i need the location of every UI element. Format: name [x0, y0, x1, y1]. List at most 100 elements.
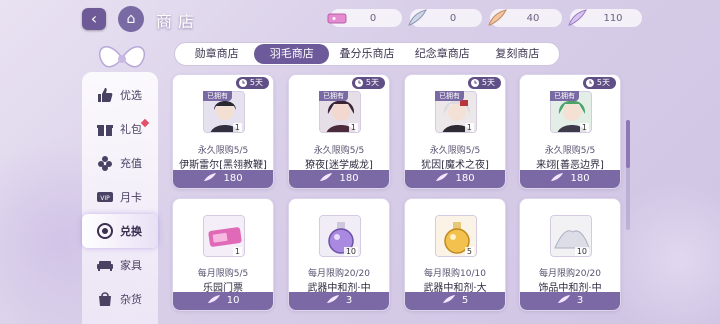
purchase-limit: 永久限购5/5	[544, 146, 596, 156]
currency-value: 0	[369, 12, 377, 24]
feather-currency-icon	[320, 173, 333, 181]
notification-dot	[140, 118, 150, 128]
shop-item-card[interactable]: 10 每月限购20/20 武器中和剂·中 3	[288, 198, 390, 311]
feather-currency-icon	[551, 173, 564, 181]
tab-badge-shop[interactable]: 纪念章商店	[405, 44, 480, 64]
item-name: 伊斯雷尔[黑翎教鞭]	[179, 160, 267, 171]
sidebar-item-featured[interactable]: 优选	[82, 78, 158, 112]
price-button[interactable]: 3	[289, 292, 389, 310]
currency-ticket[interactable]: 0	[327, 9, 402, 27]
sidebar-item-label: 优选	[120, 89, 142, 102]
item-name: 来翊[善恶边界]	[536, 160, 604, 171]
shop-item-card[interactable]: 5天 已拥有 1 永久限购5/5 獠夜[迷学威龙] 180	[288, 74, 390, 189]
purchase-limit: 每月限购20/20	[308, 269, 370, 279]
sidebar-item-recharge[interactable]: 充值	[82, 146, 158, 180]
currency-silver-feather[interactable]: 0	[408, 9, 482, 27]
feather-currency-icon	[442, 295, 455, 303]
scrollbar-thumb[interactable]	[626, 120, 630, 168]
currency-gold-feather[interactable]: 40	[488, 9, 562, 27]
sidebar-item-exchange[interactable]: 兑换	[82, 214, 158, 248]
page-title: 商店	[156, 12, 201, 31]
svg-text:VIP: VIP	[100, 195, 110, 202]
flower-icon	[98, 156, 112, 171]
feather-currency-icon	[557, 295, 570, 303]
time-limit-badge: 5天	[351, 77, 385, 89]
shop-item-card[interactable]: 5天 已拥有 1 永久限购5/5 来翊[善恶边界] 180	[519, 74, 621, 189]
currency-rainbow-feather[interactable]: 110	[568, 9, 642, 27]
shop-item-card[interactable]: 5天 已拥有 1 永久限购5/5 犹因[魔术之夜] 180	[404, 74, 506, 189]
currency-value: 0	[449, 12, 457, 24]
item-quantity: 1	[348, 123, 358, 132]
owned-tag: 已拥有	[435, 91, 464, 101]
feather-currency-icon	[207, 295, 220, 303]
rainbow-feather-icon	[568, 9, 587, 26]
purchase-limit: 永久限购5/5	[429, 146, 481, 156]
vip-card-icon: VIP	[97, 192, 113, 202]
thumbs-up-icon	[98, 88, 113, 102]
item-name: 獠夜[迷学威龙]	[305, 160, 373, 171]
price-button[interactable]: 180	[289, 170, 389, 188]
price-button[interactable]: 3	[520, 292, 620, 310]
category-sidebar: 优选 礼包 充值 VIP 月卡 兑换 家具 杂货	[82, 72, 158, 324]
item-quantity: 1	[232, 247, 242, 256]
shop-item-card[interactable]: 10 每月限购20/20 饰品中和剂·中 3	[519, 198, 621, 311]
owned-tag: 已拥有	[203, 91, 232, 101]
purchase-limit: 每月限购5/5	[197, 269, 249, 279]
item-thumbnail: 5	[435, 215, 477, 257]
item-quantity: 1	[579, 123, 589, 132]
ticket-icon	[327, 13, 347, 24]
tab-rerun-shop[interactable]: 复刻商店	[480, 44, 555, 64]
tab-feather-shop[interactable]: 羽毛商店	[254, 44, 330, 64]
sidebar-item-monthly-card[interactable]: VIP 月卡	[82, 180, 158, 214]
sidebar-item-label: 充值	[120, 157, 142, 170]
price-value: 3	[576, 295, 584, 306]
shop-item-card[interactable]: 5天 已拥有 1 永久限购5/5 伊斯雷尔[黑翎教鞭] 180	[172, 74, 274, 189]
sidebar-item-misc[interactable]: 杂货	[82, 282, 158, 316]
exchange-icon	[97, 223, 113, 239]
back-button[interactable]: ‹	[82, 8, 106, 30]
feather-currency-icon	[204, 173, 217, 181]
ribbon-ornament-icon	[99, 46, 145, 68]
tab-medal-shop[interactable]: 勋章商店	[179, 44, 254, 64]
item-quantity: 5	[464, 247, 474, 256]
item-thumbnail: 1	[203, 215, 245, 257]
price-value: 180	[455, 173, 475, 184]
item-quantity: 1	[232, 123, 242, 132]
item-name: 犹因[魔术之夜]	[421, 160, 489, 171]
purchase-limit: 永久限购5/5	[197, 146, 249, 156]
clock-icon	[470, 79, 479, 87]
owned-tag: 已拥有	[319, 91, 348, 101]
sidebar-item-label: 杂货	[120, 293, 142, 306]
sofa-icon	[97, 261, 113, 271]
shop-item-card[interactable]: 1 每月限购5/5 乐园门票 10	[172, 198, 274, 311]
price-button[interactable]: 180	[173, 170, 273, 188]
price-button[interactable]: 5	[405, 292, 505, 310]
clock-icon	[354, 79, 363, 87]
purchase-limit: 每月限购10/10	[424, 269, 486, 279]
bag-icon	[99, 292, 111, 306]
price-value: 10	[226, 295, 240, 306]
time-limit-badge: 5天	[582, 77, 616, 89]
sidebar-item-label: 月卡	[120, 191, 142, 204]
sidebar-item-label: 家具	[120, 259, 142, 272]
shop-item-card[interactable]: 5 每月限购10/10 武器中和剂·大 5	[404, 198, 506, 311]
item-thumbnail: 10	[319, 215, 361, 257]
tab-stack-shop[interactable]: 叠分乐商店	[329, 44, 404, 64]
feather-currency-icon	[436, 173, 449, 181]
price-button[interactable]: 180	[520, 170, 620, 188]
home-icon: ⌂	[126, 11, 136, 27]
silver-feather-icon	[408, 9, 427, 26]
price-value: 180	[570, 173, 590, 184]
sidebar-item-furniture[interactable]: 家具	[82, 248, 158, 282]
item-quantity: 1	[464, 123, 474, 132]
sidebar-item-label: 礼包	[120, 123, 142, 136]
price-value: 5	[461, 295, 469, 306]
price-value: 3	[345, 295, 353, 306]
price-button[interactable]: 180	[405, 170, 505, 188]
item-quantity: 10	[574, 247, 589, 256]
back-arrow-icon: ‹	[90, 9, 98, 28]
gold-feather-icon	[488, 9, 507, 26]
owned-tag: 已拥有	[550, 91, 579, 101]
sidebar-item-gift-pack[interactable]: 礼包	[82, 112, 158, 146]
price-button[interactable]: 10	[173, 292, 273, 310]
